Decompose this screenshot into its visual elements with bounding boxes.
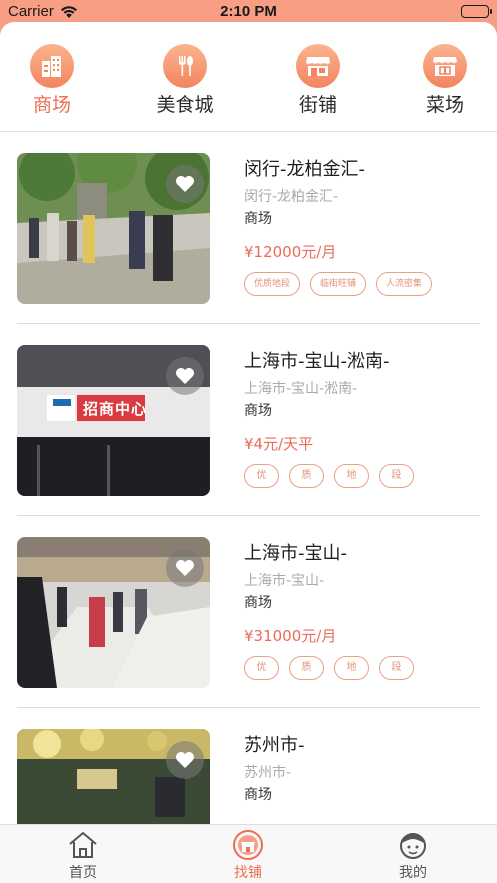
category-mall[interactable]: 商场 xyxy=(2,44,102,117)
listing-title: 闵行-龙柏金汇- xyxy=(244,159,365,180)
listing-photo[interactable] xyxy=(17,537,210,688)
category-label: 街铺 xyxy=(298,94,337,116)
listing-title: 苏州市- xyxy=(244,735,305,756)
market-stall-icon xyxy=(423,44,467,88)
feature-tag: 地 xyxy=(334,656,369,680)
listing-tags: 优质地段 临街旺铺 人流密集 xyxy=(244,272,480,296)
tab-bar: 首页 找铺 我的 xyxy=(0,824,497,883)
favorite-heart-icon[interactable] xyxy=(166,549,204,587)
leasing-center-sign: 招商中心 xyxy=(83,400,148,418)
tab-profile[interactable]: 我的 xyxy=(363,829,463,882)
listing-type: 商场 xyxy=(244,787,272,803)
listing-subtitle: 闵行-龙柏金汇- xyxy=(244,189,339,205)
storefront-icon xyxy=(296,44,340,88)
battery-icon xyxy=(461,5,492,18)
favorite-heart-icon[interactable] xyxy=(166,741,204,779)
category-food-court[interactable]: 美食城 xyxy=(135,44,235,117)
listing-photo[interactable] xyxy=(17,729,210,824)
favorite-heart-icon[interactable] xyxy=(166,357,204,395)
category-panel: 商场 美食城 街铺 菜场 xyxy=(0,22,497,132)
listing-tags: 优 质 地 段 xyxy=(244,464,480,488)
category-label: 菜场 xyxy=(425,94,464,116)
listing-info: 苏州市- 苏州市- 商场 xyxy=(244,722,480,806)
listing-type: 商场 xyxy=(244,211,272,227)
tab-label: 首页 xyxy=(69,865,97,881)
listing-price: ¥12000元/月 xyxy=(244,243,337,261)
feature-tag: 质 xyxy=(289,656,324,680)
listing-card[interactable]: 上海市-宝山- 上海市-宝山- 商场 ¥31000元/月 优 质 地 段 xyxy=(17,516,480,708)
listing-info: 上海市-宝山-淞南- 上海市-宝山-淞南- 商场 ¥4元/天平 优 质 地 段 xyxy=(244,338,480,488)
fork-spoon-icon xyxy=(163,44,207,88)
profile-icon xyxy=(363,829,463,861)
feature-tag: 段 xyxy=(379,464,414,488)
listing-title: 上海市-宝山- xyxy=(244,543,347,564)
category-street-shop[interactable]: 街铺 xyxy=(268,44,368,117)
tab-home[interactable]: 首页 xyxy=(33,829,133,882)
listing-type: 商场 xyxy=(244,595,272,611)
listing-subtitle: 苏州市- xyxy=(244,765,292,781)
listing-card[interactable]: 闵行-龙柏金汇- 闵行-龙柏金汇- 商场 ¥12000元/月 优质地段 临街旺铺… xyxy=(17,132,480,324)
category-label: 美食城 xyxy=(156,94,214,116)
listing-info: 上海市-宝山- 上海市-宝山- 商场 ¥31000元/月 优 质 地 段 xyxy=(244,530,480,680)
tab-label: 我的 xyxy=(399,865,427,881)
listing-list[interactable]: 闵行-龙柏金汇- 闵行-龙柏金汇- 商场 ¥12000元/月 优质地段 临街旺铺… xyxy=(0,132,497,824)
listing-card[interactable]: 招商中心 上海市-宝山-淞南- 上海市-宝山-淞南- 商场 ¥4元/天平 优 质… xyxy=(17,324,480,516)
building-icon xyxy=(30,44,74,88)
favorite-heart-icon[interactable] xyxy=(166,165,204,203)
feature-tag: 优 xyxy=(244,464,279,488)
listing-info: 闵行-龙柏金汇- 闵行-龙柏金汇- 商场 ¥12000元/月 优质地段 临街旺铺… xyxy=(244,146,480,296)
category-market[interactable]: 菜场 xyxy=(395,44,495,117)
listing-price: ¥4元/天平 xyxy=(244,435,314,453)
feature-tag: 段 xyxy=(379,656,414,680)
listing-type: 商场 xyxy=(244,403,272,419)
category-header: 商场 美食城 街铺 菜场 xyxy=(0,22,497,132)
listing-photo[interactable] xyxy=(17,153,210,304)
listing-tags: 优 质 地 段 xyxy=(244,656,480,680)
find-shop-icon xyxy=(198,829,298,861)
tab-label: 找铺 xyxy=(234,865,262,881)
clock: 2:10 PM xyxy=(220,3,277,20)
listing-price: ¥31000元/月 xyxy=(244,627,337,645)
feature-tag: 质 xyxy=(289,464,324,488)
listing-subtitle: 上海市-宝山- xyxy=(244,573,325,589)
listing-title: 上海市-宝山-淞南- xyxy=(244,351,390,372)
tab-find-shop[interactable]: 找铺 xyxy=(198,829,298,882)
feature-tag: 优 xyxy=(244,656,279,680)
feature-tag: 临街旺铺 xyxy=(310,272,367,296)
listing-card[interactable]: 苏州市- 苏州市- 商场 xyxy=(17,708,480,824)
status-bar: Carrier 2:10 PM xyxy=(0,0,497,24)
category-label: 商场 xyxy=(32,94,71,116)
feature-tag: 人流密集 xyxy=(376,272,433,296)
listing-photo[interactable]: 招商中心 xyxy=(17,345,210,496)
home-icon xyxy=(33,829,133,861)
listing-subtitle: 上海市-宝山-淞南- xyxy=(244,381,358,397)
feature-tag: 地 xyxy=(334,464,369,488)
feature-tag: 优质地段 xyxy=(244,272,301,296)
